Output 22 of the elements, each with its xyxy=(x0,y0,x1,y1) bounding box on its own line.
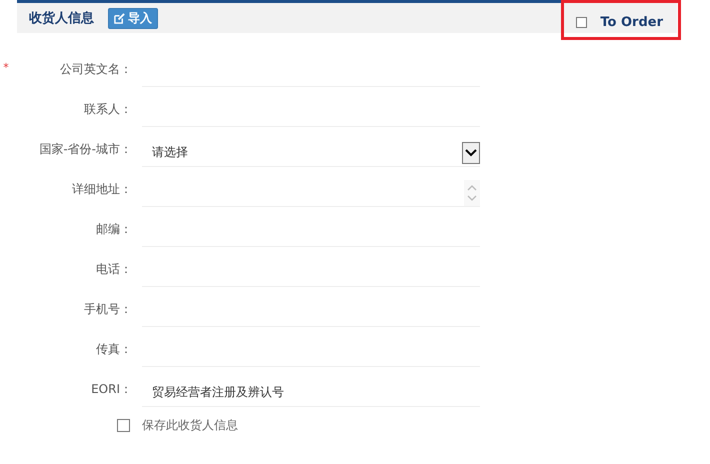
field-label: 邮编： xyxy=(95,220,133,238)
input-field[interactable]: 贸易经营者注册及辨认号 xyxy=(142,379,480,407)
select-field[interactable]: 请选择 xyxy=(142,139,480,167)
required-mark: * xyxy=(3,61,9,74)
field-label: 手机号： xyxy=(83,300,133,318)
save-checkbox[interactable] xyxy=(117,419,130,432)
field-label: 国家-省份-城市： xyxy=(38,140,133,158)
address-field[interactable] xyxy=(142,179,480,207)
spinner-icon xyxy=(464,180,480,206)
field-label: 传真： xyxy=(95,340,133,358)
caret-icon xyxy=(462,142,480,164)
field-label: 公司英文名： xyxy=(59,60,133,78)
to-order-label: To Order xyxy=(600,15,663,30)
save-label: 保存此收货人信息 xyxy=(142,417,238,434)
to-order-checkbox[interactable] xyxy=(576,17,588,28)
import-button[interactable]: 导入 xyxy=(108,8,158,28)
field-label: 电话： xyxy=(95,260,133,278)
edit-icon xyxy=(114,12,125,24)
field-label: 详细地址： xyxy=(71,180,133,198)
field-label: 联系人： xyxy=(83,100,133,118)
field-label: EORI： xyxy=(90,380,133,398)
section-title: 收货人信息 xyxy=(29,10,94,27)
